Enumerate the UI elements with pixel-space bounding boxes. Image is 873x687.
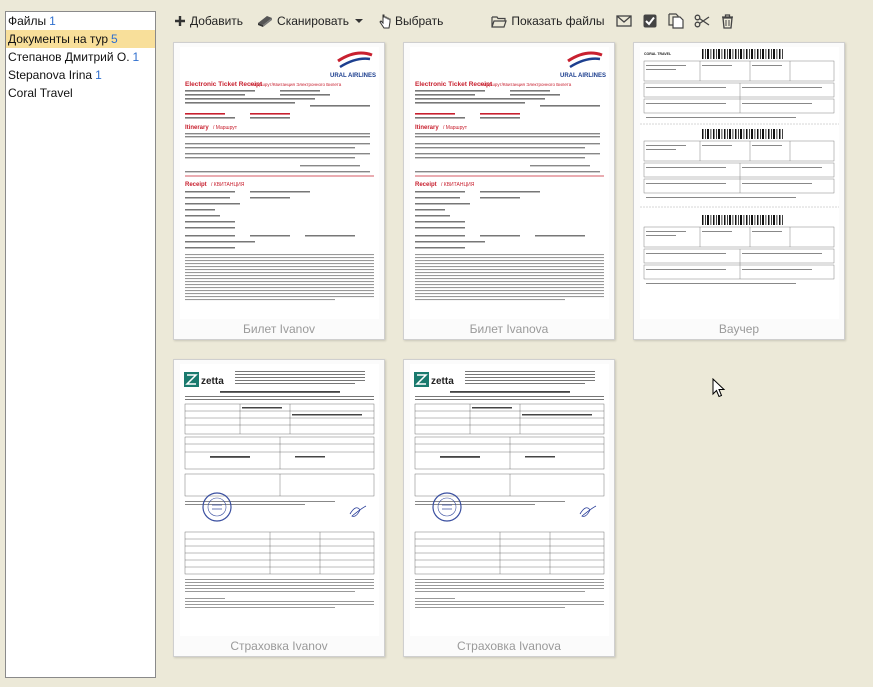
ticket-title-ru: / Маршрут/Квитанция Электронного Билета <box>250 82 342 87</box>
document-preview: zetta <box>410 364 609 636</box>
folder-open-icon <box>491 15 508 28</box>
document-card-voucher[interactable]: CORAL TRAVEL Ваучер <box>633 42 845 340</box>
document-caption: Страховка Ivanova <box>457 639 561 653</box>
ural-airlines-logo <box>337 51 373 69</box>
chevron-down-icon <box>354 19 363 23</box>
plus-icon <box>175 16 185 26</box>
select-button[interactable]: Выбрать <box>375 10 447 32</box>
document-caption: Ваучер <box>718 322 760 336</box>
checkbox-icon <box>643 14 657 28</box>
document-preview: URAL AIRLINES Electronic Ticket Receipt … <box>180 47 379 319</box>
add-button[interactable]: Добавить <box>170 10 247 32</box>
itinerary-heading-ru: / Маршрут <box>443 125 468 131</box>
document-preview: zetta <box>180 364 379 636</box>
document-caption: Страховка Ivanov <box>230 639 328 653</box>
cut-button[interactable] <box>691 10 713 32</box>
receipt-heading: Receipt <box>185 182 207 188</box>
scan-button-label: Сканировать <box>277 14 349 28</box>
show-files-button-label: Показать файлы <box>511 14 605 28</box>
tree-item-label: Степанов Дмитрий О. <box>8 50 130 64</box>
tree-item-tour-documents[interactable]: Документы на тур 5 <box>6 30 155 48</box>
tree-item-label: Документы на тур <box>8 32 108 46</box>
document-preview: URAL AIRLINES Electronic Ticket Receipt … <box>410 47 609 319</box>
airline-brand: URAL AIRLINES <box>560 73 606 79</box>
zetta-logo <box>414 372 429 387</box>
folder-tree[interactable]: Файлы 1 Документы на тур 5 Степанов Дмитри… <box>5 11 156 678</box>
receipt-heading: Receipt <box>415 182 437 188</box>
document-card-insurance-ivanova[interactable]: zetta Страховка Ivanova <box>403 359 615 657</box>
insurer-brand: zetta <box>201 376 224 387</box>
scan-button[interactable]: Сканировать <box>253 10 353 32</box>
scan-dropdown-button[interactable] <box>353 10 369 32</box>
select-button-label: Выбрать <box>394 14 444 28</box>
signature-icon <box>349 505 367 517</box>
itinerary-heading: Itinerary <box>185 125 209 131</box>
stamp-icon <box>202 492 232 522</box>
tree-item-coral-travel[interactable]: Coral Travel <box>6 84 155 102</box>
ural-airlines-logo <box>567 51 603 69</box>
mouse-cursor-icon <box>712 378 726 398</box>
scanner-icon <box>258 16 273 27</box>
hand-pointer-icon <box>379 14 391 28</box>
tree-item-count: 1 <box>132 50 140 64</box>
envelope-icon <box>615 15 632 27</box>
document-card-insurance-ivanov[interactable]: zetta Страховка Ivanov <box>173 359 385 657</box>
check-button[interactable] <box>639 10 661 32</box>
ticket-title-ru: / Маршрут/Квитанция Электронного Билета <box>480 82 572 87</box>
tree-item-count: 1 <box>95 68 102 82</box>
document-caption: Билет Ivanova <box>469 322 549 336</box>
tree-item-files[interactable]: Файлы 1 <box>6 12 155 30</box>
tree-item-stepanova[interactable]: Stepanova Irina 1 <box>6 66 155 84</box>
delete-button[interactable] <box>717 10 739 32</box>
tree-item-count: 5 <box>111 32 118 46</box>
copy-icon <box>667 13 684 29</box>
copy-button[interactable] <box>665 10 687 32</box>
scissors-icon <box>694 14 709 28</box>
itinerary-heading-ru: / Маршрут <box>213 125 238 131</box>
show-files-button[interactable]: Показать файлы <box>487 10 608 32</box>
add-button-label: Добавить <box>190 14 244 28</box>
insurer-brand: zetta <box>431 376 454 387</box>
tree-item-label: Stepanova Irina <box>8 68 93 82</box>
tree-item-count: 1 <box>49 14 56 28</box>
itinerary-heading: Itinerary <box>415 125 439 131</box>
voucher-brand: CORAL TRAVEL <box>644 52 672 56</box>
receipt-heading-ru: / КВИТАНЦИЯ <box>441 182 475 188</box>
signature-icon <box>579 505 597 517</box>
receipt-heading-ru: / КВИТАНЦИЯ <box>211 182 245 188</box>
barcode <box>702 49 783 59</box>
trash-icon <box>722 13 734 29</box>
tree-item-stepanov[interactable]: Степанов Дмитрий О. 1 <box>6 48 155 66</box>
zetta-logo <box>184 372 199 387</box>
tree-item-label: Coral Travel <box>8 86 73 100</box>
email-button[interactable] <box>613 10 635 32</box>
document-caption: Билет Ivanov <box>242 322 316 336</box>
toolbar: Добавить Сканировать Выбрать Показать фа… <box>170 8 870 34</box>
tree-item-label: Файлы <box>8 14 47 28</box>
airline-brand: URAL AIRLINES <box>330 73 376 79</box>
stamp-icon <box>432 492 462 522</box>
document-preview: CORAL TRAVEL <box>640 47 839 319</box>
document-card-ticket-ivanova[interactable]: URAL AIRLINES Electronic Ticket Receipt … <box>403 42 615 340</box>
document-card-ticket-ivanov[interactable]: URAL AIRLINES Electronic Ticket Receipt … <box>173 42 385 340</box>
